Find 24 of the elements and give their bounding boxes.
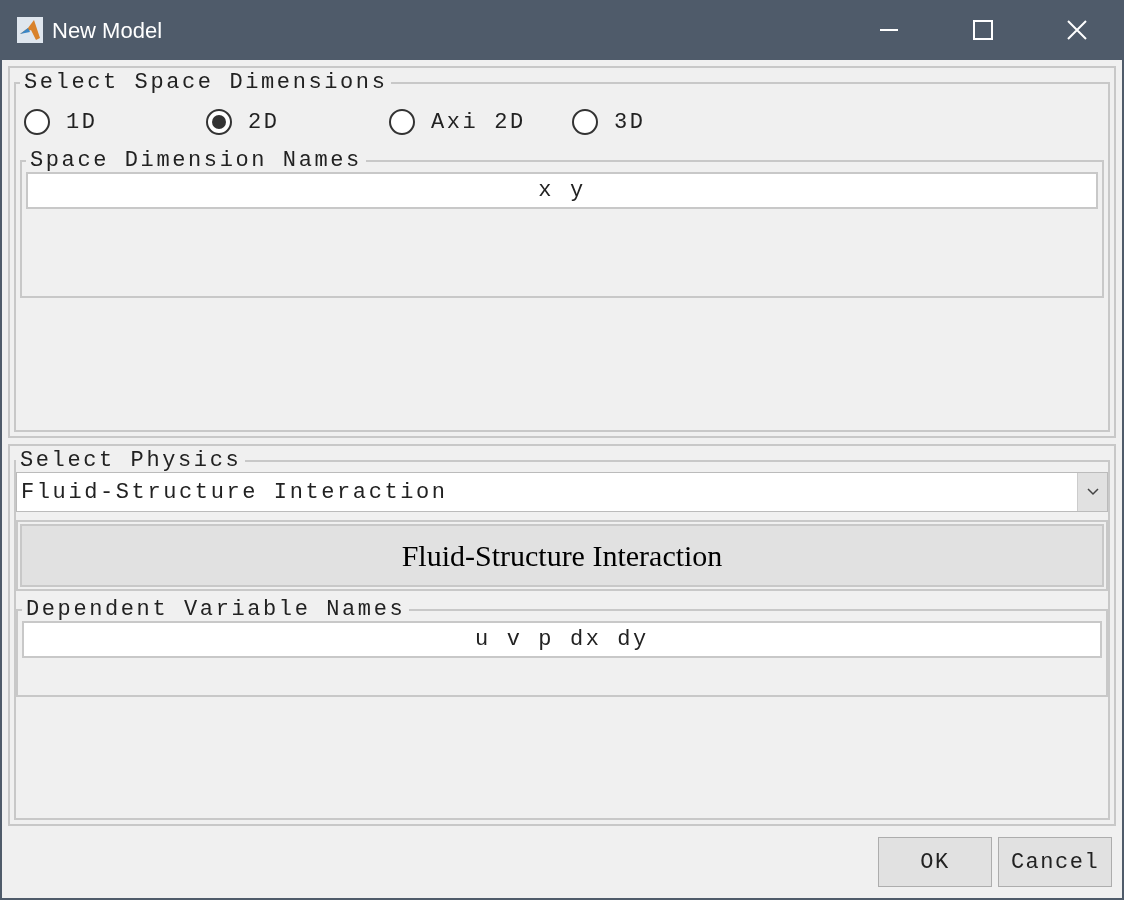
radio-button[interactable]: [206, 109, 232, 135]
dialog-button[interactable]: OK: [878, 837, 992, 887]
input-field[interactable]: x y: [26, 172, 1098, 209]
group-title: Dependent Variable Names: [25, 599, 407, 621]
group-title: Select Physics: [19, 450, 243, 472]
radio-option[interactable]: Axi 2D: [389, 105, 572, 139]
radio-option[interactable]: 2D: [206, 105, 389, 139]
chevron-down-icon: [1086, 488, 1099, 496]
window-title: New Model: [52, 16, 163, 45]
dropdown[interactable]: Fluid-Structure Interaction: [16, 472, 1108, 512]
dialog-button[interactable]: Cancel: [998, 837, 1112, 887]
maximize-icon: [973, 20, 993, 40]
radio-option[interactable]: 3D: [572, 105, 755, 139]
input-field[interactable]: u v p dx dy: [22, 621, 1102, 658]
physics-button[interactable]: Fluid-Structure Interaction: [20, 524, 1104, 587]
close-icon: [1067, 20, 1087, 40]
minimize-icon: [880, 29, 898, 31]
radio-button[interactable]: [572, 109, 598, 135]
app-logo-icon: [16, 16, 44, 44]
radio-button[interactable]: [24, 109, 50, 135]
radio-button[interactable]: [389, 109, 415, 135]
radio-option[interactable]: 1D: [24, 105, 206, 139]
group-title: Select Space Dimensions: [23, 72, 389, 94]
group-title: Space Dimension Names: [29, 150, 363, 172]
